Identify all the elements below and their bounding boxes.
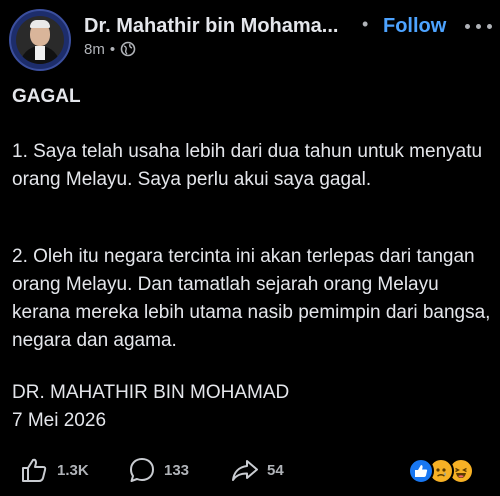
thumbs-up-icon [22,458,47,482]
like-button[interactable]: 1.3K [20,456,100,484]
comment-button[interactable]: 133 [128,456,198,484]
post-time[interactable]: 8m [84,41,105,58]
comment-bubble-icon [130,458,154,482]
share-button[interactable]: 54 [230,456,300,484]
post-paragraph-1: 1. Saya telah usaha lebih dari dua tahun… [12,141,483,190]
signature-date: 7 Mei 2026 [12,410,107,431]
avatar[interactable] [9,9,71,71]
meta-separator: • [109,41,116,58]
follow-button[interactable]: Follow [383,15,446,38]
share-count: 54 [267,462,284,479]
like-reaction-icon [408,458,434,484]
reaction-summary[interactable] [408,458,474,484]
post-meta: 8m • [84,41,136,61]
share-arrow-icon [232,460,258,481]
comment-count: 133 [164,462,190,479]
avatar-photo [16,16,64,64]
post-header: Dr. Mahathir bin Mohama... • Follow 8m • [0,0,500,72]
author-name[interactable]: Dr. Mahathir bin Mohama... [84,15,338,38]
follow-separator: • [362,14,369,34]
signature-name: DR. MAHATHIR BIN MOHAMAD [12,382,290,403]
like-count: 1.3K [57,462,89,479]
post-title: GAGAL [12,86,81,107]
more-dots-icon[interactable] [463,22,495,32]
post-signature: DR. MAHATHIR BIN MOHAMAD 7 Mei 2026 [12,379,289,435]
post-paragraph-2: 2. Oleh itu negara tercinta ini akan ter… [12,246,491,351]
globe-icon [120,41,136,61]
action-bar: 1.3K 133 54 [0,450,500,490]
